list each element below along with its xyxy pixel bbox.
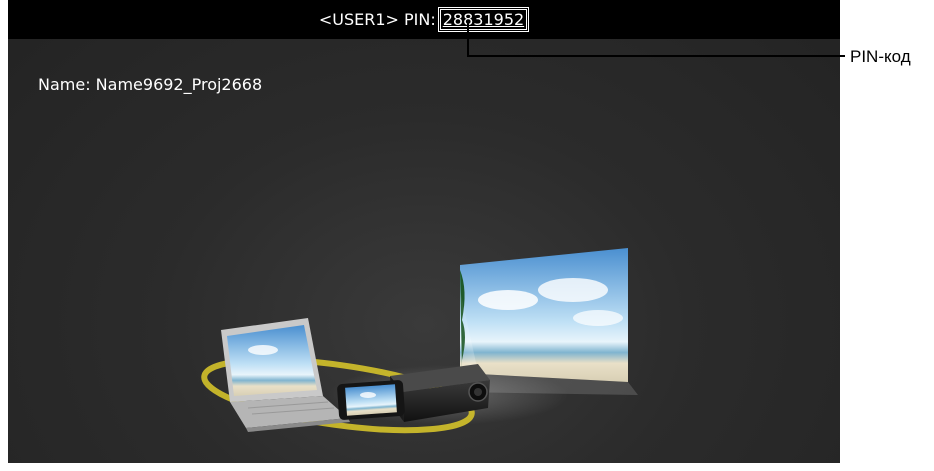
connection-illustration	[201, 248, 638, 434]
projector-screen: <USER1> PIN: 28831952 Name: Name9692_Pro…	[8, 0, 840, 463]
laptop-icon	[221, 318, 350, 432]
pin-callout-line	[467, 55, 845, 57]
pin-callout-label: PIN-код	[850, 47, 911, 66]
smartphone-icon	[337, 380, 405, 420]
pin-callout-vertical	[467, 20, 469, 57]
